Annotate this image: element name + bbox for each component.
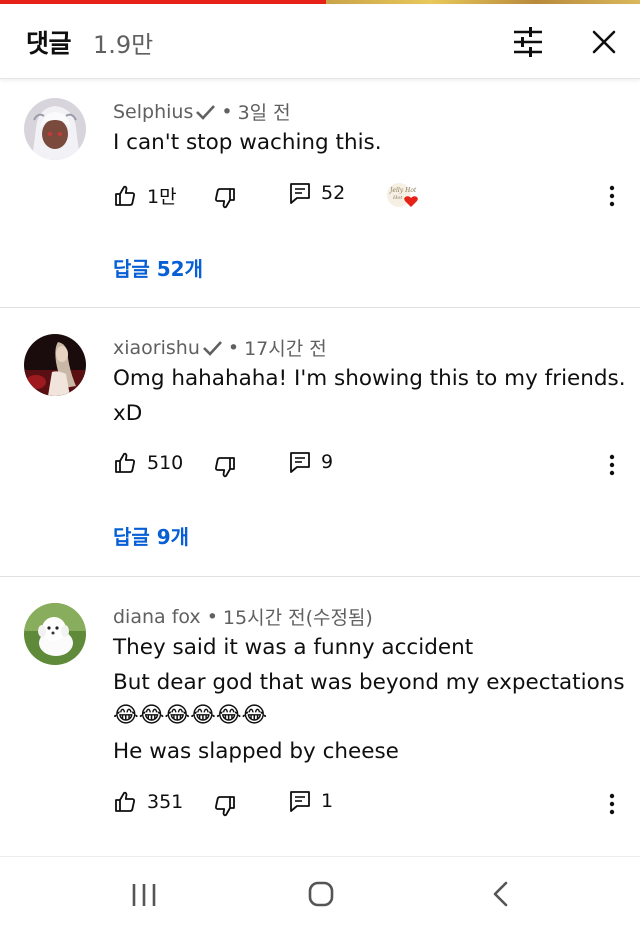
comment-text-line: They said it was a funny accident bbox=[113, 635, 474, 660]
more-options-button[interactable] bbox=[602, 790, 622, 818]
comment-reply-icon bbox=[290, 791, 310, 812]
home-button[interactable] bbox=[301, 877, 341, 913]
comment-reply-icon bbox=[290, 452, 310, 473]
like-count: 1만 bbox=[147, 186, 177, 208]
meta-separator: • bbox=[221, 100, 233, 123]
comment-text-line: I can't stop waching this. bbox=[113, 130, 382, 155]
like-count: 351 bbox=[147, 791, 184, 813]
close-icon bbox=[592, 30, 616, 54]
comment-item: xiaorishu • 17시간 전 Omg hahahaha! I'm sho… bbox=[0, 308, 640, 576]
verified-check-icon bbox=[196, 104, 216, 120]
comment-meta: Selphius • 3일 전 bbox=[113, 98, 291, 125]
comment-meta: diana fox • 15시간 전(수정됨) bbox=[113, 603, 373, 630]
svg-text:Hot: Hot bbox=[392, 195, 403, 201]
comment-time: 3일 전 bbox=[237, 102, 291, 124]
reply-button[interactable]: 52 bbox=[289, 182, 345, 204]
comments-header: 댓글 1.9만 bbox=[0, 4, 640, 79]
meta-separator: • bbox=[206, 605, 218, 628]
close-button[interactable] bbox=[584, 22, 624, 62]
creator-heart-text: Jelly Hot bbox=[388, 187, 417, 194]
comment-actions: 510 9 bbox=[113, 451, 623, 479]
author-name[interactable]: diana fox bbox=[113, 606, 201, 628]
home-icon bbox=[308, 881, 334, 907]
comment-actions: 351 1 bbox=[113, 790, 623, 818]
comment-emoji-line: 😂😂😂😂😂😂 bbox=[113, 703, 268, 728]
recent-apps-icon bbox=[132, 884, 156, 906]
reply-button[interactable]: 9 bbox=[289, 451, 333, 473]
thumbs-down-icon bbox=[215, 188, 235, 209]
comment-reply-icon bbox=[290, 183, 310, 204]
meta-separator: • bbox=[227, 336, 240, 359]
more-vert-icon bbox=[609, 793, 615, 815]
verified-check-icon bbox=[202, 340, 222, 356]
comment-item: Selphius • 3일 전 I can't stop waching thi… bbox=[0, 80, 640, 308]
comment-text-line: He was slapped by cheese bbox=[113, 739, 399, 764]
author-name[interactable]: xiaorishu bbox=[113, 337, 200, 359]
more-options-button[interactable] bbox=[602, 451, 622, 479]
system-nav-bar bbox=[0, 856, 640, 932]
view-replies-link[interactable]: 답글 52개 bbox=[113, 253, 203, 282]
back-icon bbox=[493, 881, 508, 907]
back-button[interactable] bbox=[481, 877, 521, 913]
comments-title: 댓글 bbox=[26, 29, 72, 58]
sliders-icon bbox=[514, 27, 542, 57]
like-button[interactable]: 1만 bbox=[113, 182, 177, 209]
avatar[interactable] bbox=[24, 334, 86, 396]
comment-text-line: xD bbox=[113, 401, 143, 426]
like-count: 510 bbox=[147, 452, 184, 474]
thumbs-down-icon bbox=[215, 457, 235, 478]
dislike-button[interactable] bbox=[213, 451, 237, 479]
more-options-button[interactable] bbox=[602, 182, 622, 210]
comment-actions: 1만 52 Jelly Hot Hot bbox=[113, 182, 623, 210]
reply-count: 1 bbox=[321, 790, 334, 812]
dislike-button[interactable] bbox=[213, 182, 237, 210]
reply-button[interactable]: 1 bbox=[289, 790, 333, 812]
recent-apps-button[interactable] bbox=[124, 877, 164, 913]
avatar[interactable] bbox=[24, 603, 86, 665]
heart-icon bbox=[404, 196, 418, 207]
thumbs-down-icon bbox=[215, 796, 235, 817]
creator-heart-badge: Jelly Hot Hot bbox=[385, 182, 421, 210]
comment-time: 17시간 전 bbox=[244, 338, 327, 360]
like-button[interactable]: 351 bbox=[113, 790, 183, 814]
avatar[interactable] bbox=[24, 98, 86, 160]
comment-time: 15시간 전(수정됨) bbox=[222, 607, 373, 629]
dislike-button[interactable] bbox=[213, 790, 237, 818]
thumbs-up-icon bbox=[115, 452, 135, 473]
comment-text-line: But dear god that was beyond my expectat… bbox=[113, 670, 625, 695]
reply-count: 9 bbox=[321, 451, 334, 473]
view-replies-link[interactable]: 답글 9개 bbox=[113, 521, 189, 550]
thumbs-up-icon bbox=[115, 185, 135, 206]
reply-count: 52 bbox=[321, 182, 346, 204]
comments-count: 1.9만 bbox=[93, 31, 154, 59]
comment-text-line: Omg hahahaha! I'm showing this to my fri… bbox=[113, 366, 626, 391]
more-vert-icon bbox=[609, 454, 615, 476]
more-vert-icon bbox=[609, 185, 615, 207]
thumbs-up-icon bbox=[115, 791, 135, 812]
comment-meta: xiaorishu • 17시간 전 bbox=[113, 334, 327, 361]
author-name[interactable]: Selphius bbox=[113, 101, 193, 123]
like-button[interactable]: 510 bbox=[113, 451, 183, 475]
sort-filter-button[interactable] bbox=[508, 22, 548, 62]
comment-item: diana fox • 15시간 전(수정됨) They said it was… bbox=[0, 577, 640, 855]
